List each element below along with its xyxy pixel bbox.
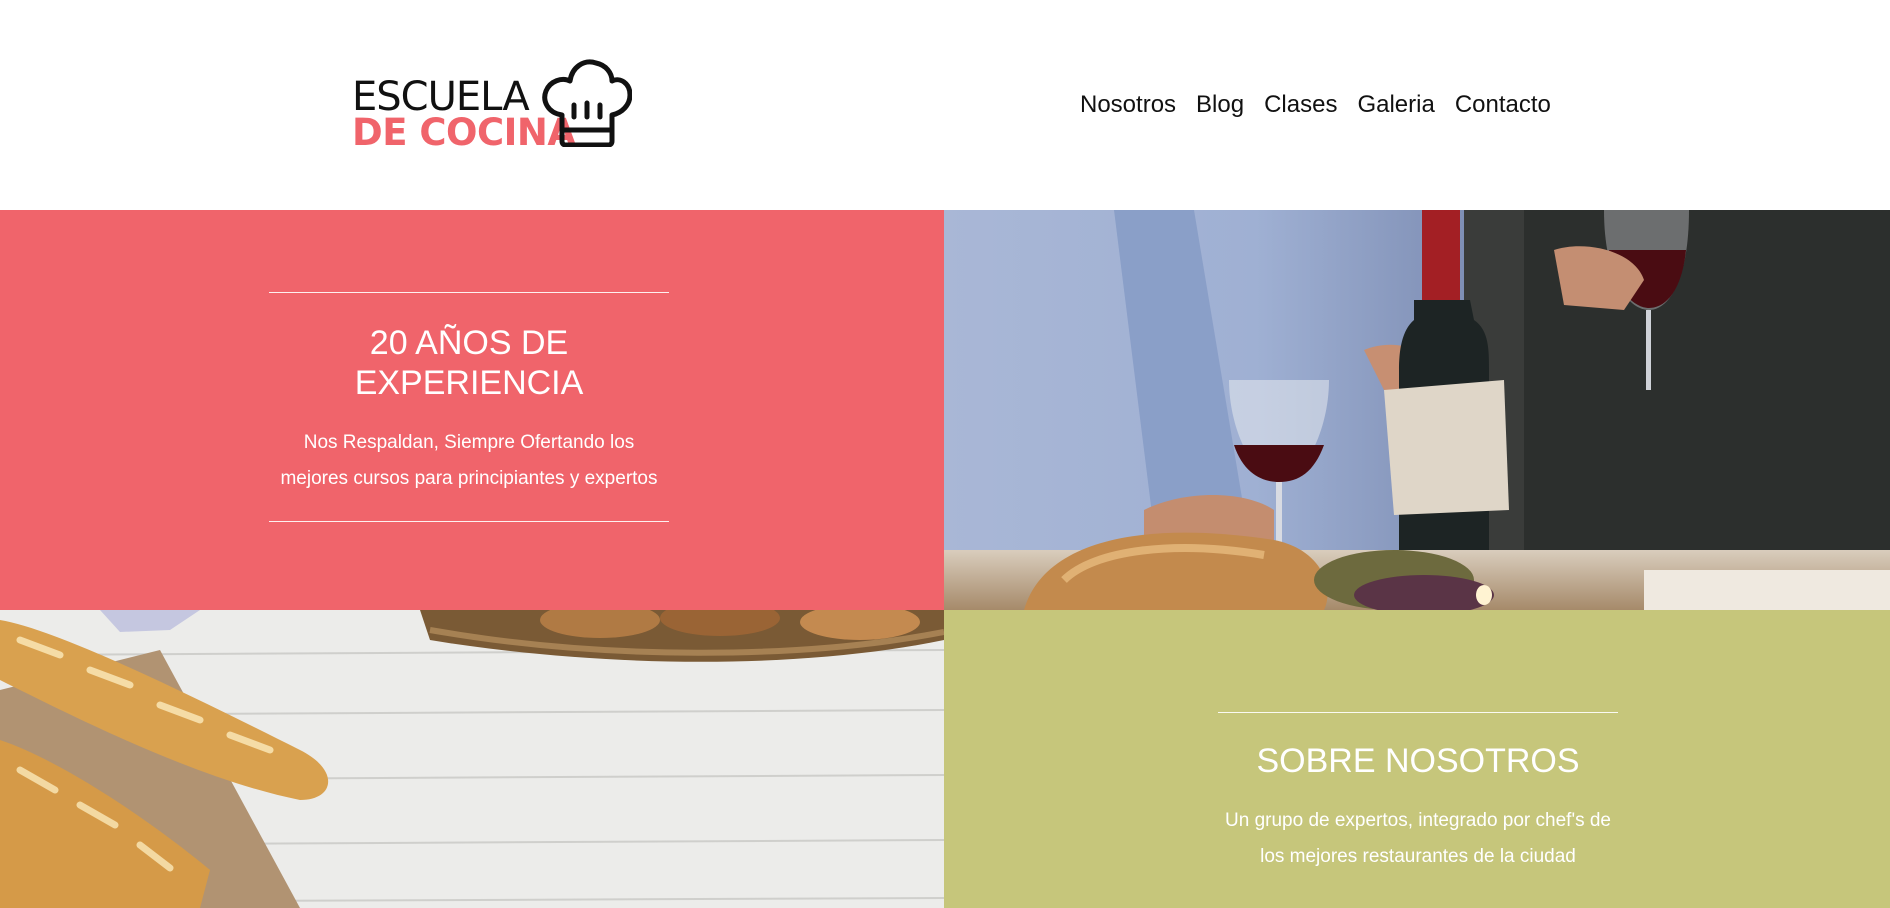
nav-link-contacto[interactable]: Contacto [1455,91,1551,119]
divider-bottom [269,521,669,522]
nav-link-nosotros[interactable]: Nosotros [1080,91,1176,119]
brand-logo[interactable]: ESCUELA DE COCINA [350,55,635,155]
about-text: Un grupo de expertos, integrado por chef… [1225,810,1611,867]
main-nav: Nosotros Blog Clases Galeria Contacto [1080,87,1551,123]
nav-link-clases[interactable]: Clases [1264,91,1337,119]
divider-top [1218,712,1618,713]
about-section: SOBRE NOSOTROS Un grupo de expertos, int… [944,610,1890,908]
bread-scene-illustration [0,610,944,908]
experience-section: 20 AÑOS DE EXPERIENCIA Nos Respaldan, Si… [0,210,944,610]
chef-hat-icon [542,59,632,147]
experience-title: 20 AÑOS DE EXPERIENCIA [354,324,584,402]
wine-photo [944,210,1890,610]
experience-card: 20 AÑOS DE EXPERIENCIA Nos Respaldan, Si… [269,292,669,522]
site-header: ESCUELA DE COCINA Nosotros Blog Clases G… [0,0,1890,210]
about-card: SOBRE NOSOTROS Un grupo de expertos, int… [1218,712,1618,908]
bread-photo [0,610,944,908]
experience-text: Nos Respaldan, Siempre Ofertando los mej… [280,432,658,489]
about-title: SOBRE NOSOTROS [1256,742,1580,780]
wine-scene-illustration [944,210,1890,610]
nav-link-blog[interactable]: Blog [1196,91,1244,119]
nav-link-galeria[interactable]: Galeria [1357,91,1434,119]
divider-top [269,292,669,293]
